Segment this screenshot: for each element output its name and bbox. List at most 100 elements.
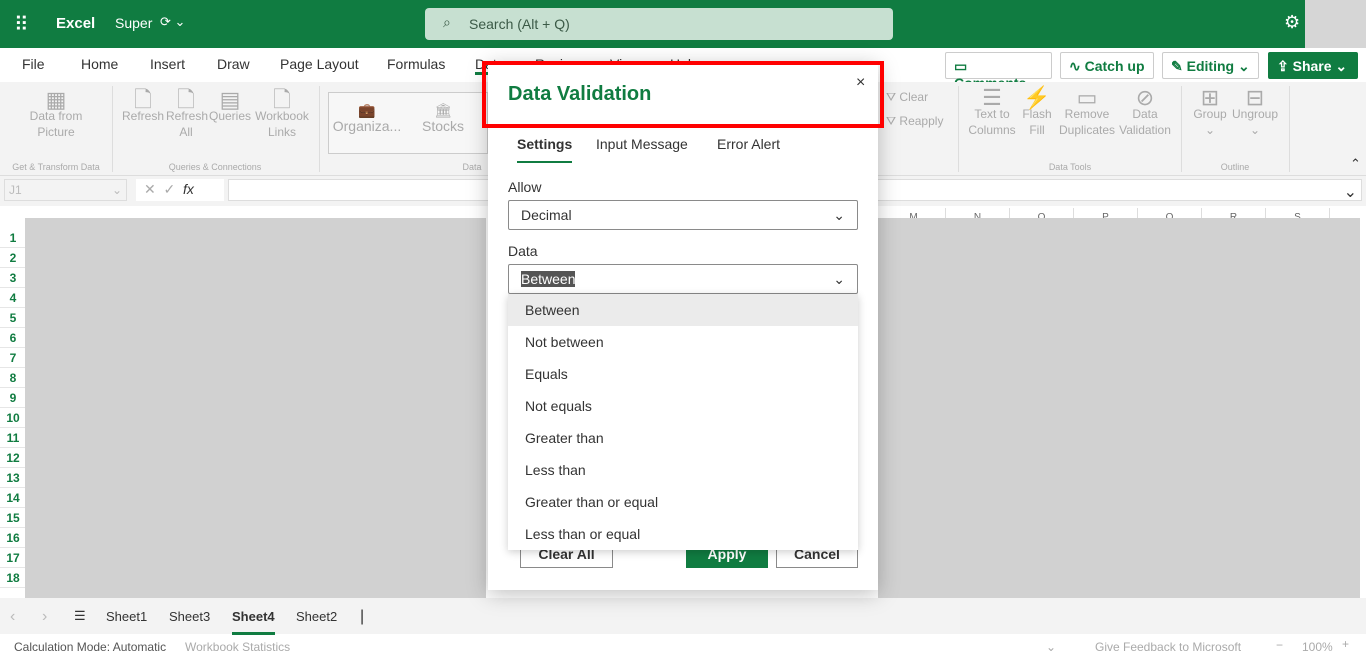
chevron-down-icon[interactable]: ⌄ <box>1046 640 1056 654</box>
button-label: Clear <box>899 90 929 104</box>
tab-file[interactable]: File <box>22 56 45 72</box>
tab-insert[interactable]: Insert <box>150 56 185 72</box>
catch-up-button[interactable]: ∿ Catch up <box>1060 52 1154 79</box>
data-from-picture-button[interactable]: ▦ Data from Picture <box>22 89 90 140</box>
row-header[interactable]: 3 <box>0 268 26 288</box>
sheet-tab[interactable]: Sheet2 <box>296 609 337 624</box>
row-header[interactable]: 10 <box>0 408 26 428</box>
all-sheets-icon[interactable]: ☰ <box>74 608 86 624</box>
expand-formula-chevron-icon[interactable]: ⌄ <box>1344 182 1357 202</box>
file-name[interactable]: Super <box>115 15 152 31</box>
option-greater-than[interactable]: Greater than <box>508 422 858 454</box>
group-label: Queries & Connections <box>168 162 262 172</box>
workbook-statistics[interactable]: Workbook Statistics <box>185 640 290 654</box>
row-header[interactable]: 5 <box>0 308 26 328</box>
flash-fill-button[interactable]: ⚡ Flash Fill <box>1020 85 1054 138</box>
button-label: Flash Fill <box>1022 107 1052 137</box>
button-label: Remove Duplicates <box>1058 107 1116 137</box>
row-header[interactable]: 14 <box>0 488 26 508</box>
tab-home[interactable]: Home <box>81 56 118 72</box>
allow-select[interactable]: Decimal ⌄ <box>508 200 858 230</box>
row-header[interactable]: 4 <box>0 288 26 308</box>
clear-filter-icon: ⛛ <box>886 90 900 104</box>
data-select[interactable]: Between ⌄ <box>508 264 858 294</box>
option-less-than[interactable]: Less than <box>508 454 858 486</box>
option-greater-than-or-equal[interactable]: Greater than or equal <box>508 486 858 518</box>
tab-input-message[interactable]: Input Message <box>596 136 688 152</box>
reapply-filter-button[interactable]: ⛛ Reapply <box>886 113 943 129</box>
tab-page-layout[interactable]: Page Layout <box>280 56 359 72</box>
settings-gear-icon[interactable]: ⚙ <box>1284 12 1300 33</box>
tab-settings[interactable]: Settings <box>517 136 573 163</box>
clear-filter-button[interactable]: ⛛ Clear <box>886 89 928 105</box>
button-label: Stocks <box>421 118 464 134</box>
workbook-links-button[interactable]: 🗋 Workbook Links <box>254 87 310 140</box>
comments-button[interactable]: ▭ Comments <box>945 52 1052 91</box>
zoom-in-icon[interactable]: + <box>1342 637 1349 651</box>
cancel-icon[interactable]: ✕ <box>144 181 156 197</box>
file-menu-chevron-icon[interactable]: ⟳ ⌄ <box>160 14 185 30</box>
row-header[interactable]: 18 <box>0 568 26 588</box>
add-sheet-icon[interactable]: | <box>360 608 364 626</box>
search-box[interactable]: ⌕ Search (Alt + Q) <box>425 8 893 40</box>
row-header[interactable]: 8 <box>0 368 26 388</box>
option-less-than-or-equal[interactable]: Less than or equal <box>508 518 858 550</box>
row-header[interactable]: 17 <box>0 548 26 568</box>
profile-area <box>1305 0 1366 48</box>
row-header[interactable]: 9 <box>0 388 26 408</box>
text-to-columns-button[interactable]: ☰ Text to Columns <box>966 87 1018 138</box>
group-icon: ⊞ <box>1200 85 1220 110</box>
share-label: Share <box>1292 58 1332 74</box>
group-button[interactable]: ⊞ Group ⌄ <box>1190 85 1230 138</box>
option-between[interactable]: Between <box>508 294 858 326</box>
name-box[interactable]: J1 ⌄ <box>4 179 127 201</box>
app-launcher-icon[interactable]: ⠿ <box>14 12 29 37</box>
links-icon: 🗋 <box>273 87 291 112</box>
search-icon: ⌕ <box>443 14 451 30</box>
data-validation-button[interactable]: ⊘ Data Validation <box>1116 87 1174 138</box>
editing-mode-button[interactable]: ✎ Editing ⌄ <box>1162 52 1259 79</box>
refresh-all-button[interactable]: 🗋 Refresh All <box>166 89 208 140</box>
zoom-level[interactable]: 100% <box>1302 640 1333 654</box>
flash-fill-icon: ⚡ <box>1023 85 1051 110</box>
row-header[interactable]: 12 <box>0 448 26 468</box>
row-header[interactable]: 1 <box>0 228 26 248</box>
sheet-tab[interactable]: Sheet1 <box>106 609 147 624</box>
refresh-button[interactable]: 🗋 Refresh <box>122 89 164 124</box>
sheet-tab[interactable]: Sheet3 <box>169 609 210 624</box>
queries-button[interactable]: ▤ Queries <box>208 89 252 124</box>
divider <box>319 86 320 172</box>
row-header[interactable]: 16 <box>0 528 26 548</box>
option-equals[interactable]: Equals <box>508 358 858 390</box>
sheet-tab-active[interactable]: Sheet4 <box>232 609 275 635</box>
next-sheet-icon[interactable]: › <box>42 608 47 626</box>
ungroup-button[interactable]: ⊟ Ungroup ⌄ <box>1230 87 1280 138</box>
collapse-ribbon-icon[interactable]: ⌃ <box>1350 156 1361 172</box>
row-header[interactable]: 13 <box>0 468 26 488</box>
row-header[interactable]: 15 <box>0 508 26 528</box>
organization-data-type-button[interactable]: 💼 Organiza... <box>332 102 402 134</box>
share-button[interactable]: ⇪ Share ⌄ <box>1268 52 1358 79</box>
remove-duplicates-button[interactable]: ▭ Remove Duplicates <box>1058 87 1116 138</box>
option-not-equals[interactable]: Not equals <box>508 390 858 422</box>
row-header[interactable]: 7 <box>0 348 26 368</box>
tab-error-alert[interactable]: Error Alert <box>717 136 780 152</box>
prev-sheet-icon[interactable]: ‹ <box>10 608 15 626</box>
tab-formulas[interactable]: Formulas <box>387 56 445 72</box>
pencil-icon: ✎ <box>1171 58 1187 74</box>
group-label: Data <box>462 162 482 172</box>
option-not-between[interactable]: Not between <box>508 326 858 358</box>
zoom-out-icon[interactable]: − <box>1276 638 1283 652</box>
row-header[interactable]: 2 <box>0 248 26 268</box>
comment-icon: ▭ <box>954 58 968 74</box>
function-icon[interactable]: fx <box>183 181 194 197</box>
chevron-down-icon: ⌄ <box>833 207 845 223</box>
confirm-icon[interactable]: ✓ <box>164 181 176 197</box>
feedback-link[interactable]: Give Feedback to Microsoft <box>1095 640 1241 654</box>
tab-draw[interactable]: Draw <box>217 56 250 72</box>
stocks-data-type-button[interactable]: 🏛 Stocks <box>418 102 468 134</box>
calculation-mode[interactable]: Calculation Mode: Automatic <box>14 640 166 654</box>
row-header[interactable]: 11 <box>0 428 26 448</box>
row-header[interactable]: 6 <box>0 328 26 348</box>
briefcase-icon: 💼 <box>358 102 376 118</box>
